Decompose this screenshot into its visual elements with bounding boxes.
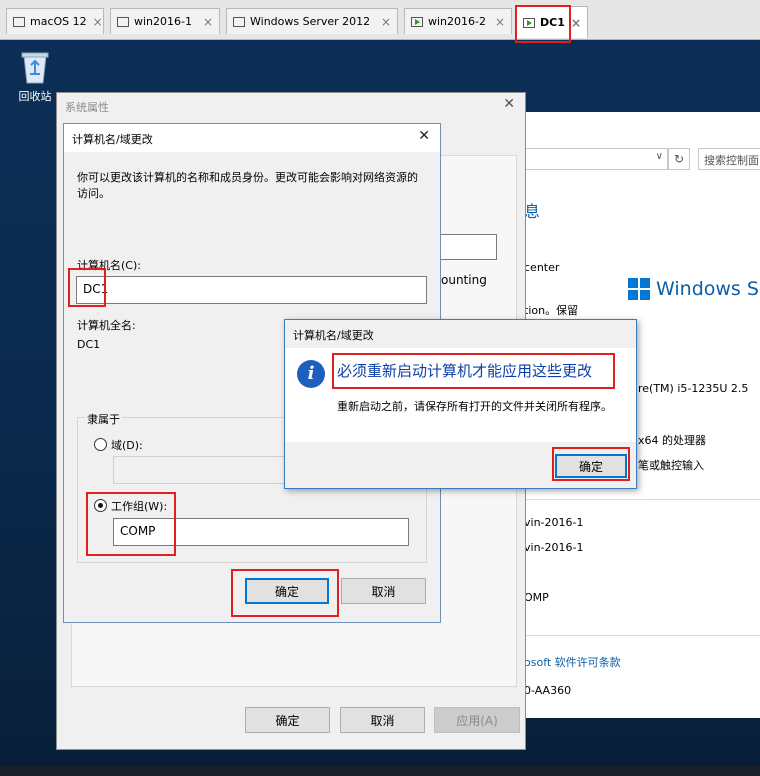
dialog-title: 计算机名/域更改 — [72, 133, 153, 146]
member-of-label: 隶属于 — [85, 411, 122, 427]
apply-button[interactable]: 应用(A) — [434, 707, 520, 733]
tab-close-icon[interactable]: × — [381, 15, 391, 29]
tab-win2016-1[interactable]: win2016-1 × — [110, 8, 220, 34]
vm-icon — [117, 16, 129, 27]
chevron-down-icon[interactable]: ∨ — [656, 151, 663, 162]
description-field[interactable] — [440, 234, 497, 260]
workgroup-radio[interactable] — [94, 499, 107, 512]
windows-logo: Windows Ser — [628, 278, 760, 300]
full-name-value: DC1 — [77, 338, 101, 351]
divider — [520, 635, 760, 636]
computer-name-input[interactable]: DC1 — [76, 276, 427, 304]
vm-running-icon — [523, 17, 535, 28]
divider — [520, 499, 760, 500]
tab-close-icon[interactable]: × — [203, 15, 213, 29]
pen-touch-text: 笔或触控输入 — [638, 459, 704, 472]
tab-label: macOS 12 — [30, 15, 87, 28]
main-instruction: 必须重新启动计算机才能应用这些更改 — [337, 362, 593, 380]
window-title: 系统属性 — [65, 101, 109, 114]
tab-windows-server-2012[interactable]: Windows Server 2012 × — [226, 8, 398, 34]
search-input[interactable]: 搜索控制面 — [698, 148, 760, 170]
restart-message-box: 计算机名/域更改 i 必须重新启动计算机才能应用这些更改 重新启动之前，请保存所… — [284, 319, 637, 489]
taskbar — [0, 766, 760, 776]
ok-button[interactable]: 确定 — [555, 454, 627, 478]
cancel-button[interactable]: 取消 — [341, 578, 426, 604]
address-bar[interactable]: ∨ — [520, 148, 668, 170]
full-name-value: vin-2016-1 — [524, 541, 584, 554]
edition-text: center — [524, 261, 560, 274]
recycle-bin-icon — [20, 50, 50, 84]
vm-running-icon — [411, 16, 423, 27]
recycle-bin[interactable]: 回收站 — [10, 50, 60, 104]
workgroup-value: OMP — [524, 591, 549, 604]
tab-macos-12[interactable]: macOS 12 × — [6, 8, 104, 34]
tab-close-icon[interactable]: × — [495, 15, 505, 29]
vm-tab-bar: macOS 12 × win2016-1 × Windows Server 20… — [0, 0, 760, 40]
message-content: 重新启动之前，请保存所有打开的文件并关闭所有程序。 — [337, 400, 612, 413]
refresh-icon[interactable]: ↻ — [668, 148, 690, 170]
workgroup-label: 工作组(W): — [111, 500, 168, 513]
domain-label: 域(D): — [111, 439, 143, 452]
windows-logo-text: Windows Ser — [656, 278, 760, 300]
close-icon[interactable]: ✕ — [503, 96, 515, 112]
close-icon[interactable]: ✕ — [418, 128, 430, 144]
tab-win2016-2[interactable]: win2016-2 × — [404, 8, 512, 34]
cancel-button[interactable]: 取消 — [340, 707, 425, 733]
processor-text: re(TM) i5-1235U 2.5 — [638, 382, 749, 395]
dialog-title: 计算机名/域更改 — [293, 329, 374, 342]
tab-close-icon[interactable]: × — [571, 16, 581, 30]
tab-label: Windows Server 2012 — [250, 15, 371, 28]
windows-flag-icon — [628, 278, 650, 300]
tab-label: DC1 — [540, 16, 565, 29]
vm-icon — [233, 16, 245, 27]
ok-button[interactable]: 确定 — [245, 707, 330, 733]
rights-text: tion。保留 — [524, 304, 579, 317]
tab-dc1[interactable]: DC1 × — [516, 6, 588, 38]
info-icon: i — [297, 360, 325, 388]
dialog-description: 你可以更改该计算机的名称和成员身份。更改可能会影响对网络资源的访问。 — [77, 171, 418, 200]
domain-radio[interactable] — [94, 438, 107, 451]
computer-name-value: vin-2016-1 — [524, 516, 584, 529]
page-heading: 息 — [524, 202, 541, 221]
recycle-bin-label: 回收站 — [18, 90, 52, 103]
full-name-label: 计算机全名: — [77, 319, 136, 332]
tab-close-icon[interactable]: × — [93, 15, 103, 29]
system-type-text: x64 的处理器 — [638, 434, 707, 447]
license-terms-link[interactable]: osoft 软件许可条款 — [524, 654, 621, 670]
tab-label: win2016-2 — [428, 15, 486, 28]
ok-button[interactable]: 确定 — [245, 578, 329, 604]
workgroup-input[interactable]: COMP — [113, 518, 409, 546]
product-id-text: 0-AA360 — [524, 684, 572, 697]
partial-label: ounting — [441, 273, 487, 287]
computer-name-label: 计算机名(C): — [77, 259, 141, 272]
tab-label: win2016-1 — [134, 15, 192, 28]
vm-icon — [13, 16, 25, 27]
